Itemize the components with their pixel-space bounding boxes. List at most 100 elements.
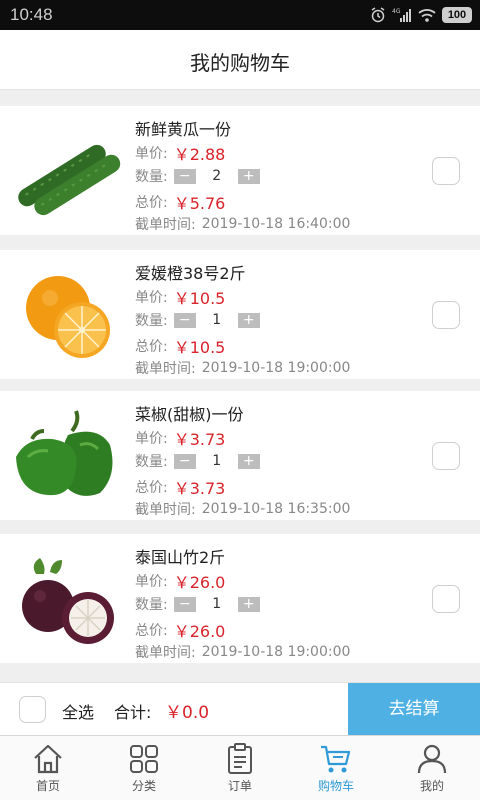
alarm-icon (370, 7, 386, 23)
select-all-label[interactable]: 全选 (62, 699, 94, 723)
quantity-stepper[interactable]: − 1 + (173, 453, 260, 469)
cart-item[interactable]: 爱媛橙38号2斤 单价: ￥10.5 数量: − 1 + 总价: ￥10.5 截… (0, 250, 480, 379)
quantity-label: 数量: (135, 454, 168, 470)
deadline-row: 截单时间: 2019-10-18 19:00:00 (135, 358, 350, 378)
deadline-label: 截单时间: (135, 645, 196, 661)
item-name: 泰国山竹2斤 (135, 548, 226, 567)
green-pepper-image (16, 410, 113, 496)
total-sum-value: ￥0.0 (165, 703, 210, 723)
cart-item[interactable]: 泰国山竹2斤 单价: ￥26.0 数量: − 1 + 总价: ￥26.0 截单时… (0, 534, 480, 663)
deadline-value: 2019-10-18 16:40:00 (201, 216, 351, 232)
status-time: 10:48 (10, 5, 53, 24)
wifi-icon (418, 8, 436, 22)
order-icon (228, 743, 252, 774)
item-checkbox[interactable] (432, 157, 460, 185)
total-row: 总价: ￥26.0 (135, 618, 225, 642)
profile-icon (417, 744, 447, 774)
quantity-value: 1 (212, 312, 222, 328)
quantity-stepper[interactable]: − 1 + (173, 596, 260, 612)
unit-price-label: 单价: (135, 290, 168, 306)
orange-image (26, 276, 110, 358)
quantity-row: 数量: − 1 + (135, 451, 260, 471)
tab-profile-label: 我的 (419, 779, 444, 793)
cart-icon (321, 745, 351, 773)
item-name: 爱媛橙38号2斤 (135, 264, 246, 283)
total-value: ￥5.76 (173, 194, 226, 213)
unit-price-row: 单价: ￥26.0 (135, 569, 225, 593)
unit-price-row: 单价: ￥10.5 (135, 285, 225, 309)
tab-category-label: 分类 (131, 779, 156, 793)
cart-item[interactable]: 新鲜黄瓜一份 单价: ￥2.88 数量: − 2 + 总价: ￥5.76 截单时… (0, 106, 480, 235)
tab-cart[interactable]: 购物车 (288, 736, 384, 800)
deadline-value: 2019-10-18 19:00:00 (201, 360, 351, 376)
item-name: 菜椒(甜椒)一份 (135, 405, 244, 424)
tab-home-label: 首页 (35, 779, 60, 793)
deadline-value: 2019-10-18 16:35:00 (201, 501, 351, 517)
deadline-row: 截单时间: 2019-10-18 16:40:00 (135, 214, 350, 234)
deadline-label: 截单时间: (135, 217, 196, 233)
total-value: ￥3.73 (173, 479, 226, 498)
unit-price-value: ￥10.5 (173, 289, 226, 308)
unit-price-row: 单价: ￥2.88 (135, 141, 225, 165)
quantity-label: 数量: (135, 313, 168, 329)
total-label: 总价: (135, 623, 168, 639)
increment-button[interactable]: + (237, 312, 260, 328)
total-sum-label: 合计: (114, 703, 152, 722)
quantity-row: 数量: − 2 + (135, 166, 260, 186)
quantity-stepper[interactable]: − 1 + (173, 312, 260, 328)
tab-orders-label: 订单 (227, 779, 252, 793)
decrement-button[interactable]: − (173, 453, 196, 469)
select-all-checkbox[interactable] (19, 696, 46, 723)
item-checkbox[interactable] (432, 301, 460, 329)
total-value: ￥10.5 (173, 338, 226, 357)
increment-button[interactable]: + (237, 453, 260, 469)
decrement-button[interactable]: − (173, 312, 196, 328)
status-icons: 4G 100 (370, 6, 472, 24)
item-name: 新鲜黄瓜一份 (135, 120, 232, 139)
unit-price-value: ￥3.73 (173, 430, 226, 449)
checkout-button[interactable]: 去结算 (348, 683, 480, 736)
quantity-row: 数量: − 1 + (135, 310, 260, 330)
total-label: 总价: (135, 480, 168, 496)
tab-cart-label: 购物车 (317, 779, 354, 793)
unit-price-value: ￥26.0 (173, 573, 226, 592)
category-icon (130, 745, 158, 773)
unit-price-row: 单价: ￥3.73 (135, 426, 225, 450)
total-row: 总价: ￥5.76 (135, 190, 225, 214)
signal-icon: 4G (392, 7, 412, 23)
unit-price-value: ￥2.88 (173, 145, 226, 164)
quantity-label: 数量: (135, 597, 168, 613)
total-row: 总价: ￥10.5 (135, 334, 225, 358)
decrement-button[interactable]: − (173, 168, 196, 184)
quantity-value: 1 (212, 596, 222, 612)
deadline-row: 截单时间: 2019-10-18 19:00:00 (135, 642, 350, 662)
tab-category[interactable]: 分类 (96, 736, 192, 800)
home-icon (34, 744, 62, 774)
mangosteen-image (22, 558, 114, 644)
total-value: ￥26.0 (173, 622, 226, 641)
increment-button[interactable]: + (237, 596, 260, 612)
quantity-stepper[interactable]: − 2 + (173, 168, 260, 184)
tab-home[interactable]: 首页 (0, 736, 96, 800)
cart-list[interactable]: 新鲜黄瓜一份 单价: ￥2.88 数量: − 2 + 总价: ￥5.76 截单时… (0, 90, 480, 682)
tab-bar: 首页 分类 订单 购物车 我的 (0, 735, 480, 800)
total-label: 总价: (135, 195, 168, 211)
item-checkbox[interactable] (432, 585, 460, 613)
increment-button[interactable]: + (237, 168, 260, 184)
battery-icon: 100 (442, 7, 472, 23)
page-title: 我的购物车 (190, 51, 290, 75)
deadline-label: 截单时间: (135, 361, 196, 377)
deadline-value: 2019-10-18 19:00:00 (201, 644, 351, 660)
cart-item[interactable]: 菜椒(甜椒)一份 单价: ￥3.73 数量: − 1 + 总价: ￥3.73 截… (0, 391, 480, 520)
quantity-value: 1 (212, 453, 222, 469)
unit-price-label: 单价: (135, 431, 168, 447)
unit-price-label: 单价: (135, 574, 168, 590)
tab-profile[interactable]: 我的 (384, 736, 480, 800)
tab-orders[interactable]: 订单 (192, 736, 288, 800)
quantity-row: 数量: − 1 + (135, 594, 260, 614)
checkout-bar: 全选 合计: ￥0.0 去结算 (0, 682, 480, 736)
item-checkbox[interactable] (432, 442, 460, 470)
page-header: 我的购物车 (0, 30, 480, 90)
decrement-button[interactable]: − (173, 596, 196, 612)
quantity-value: 2 (212, 168, 222, 184)
